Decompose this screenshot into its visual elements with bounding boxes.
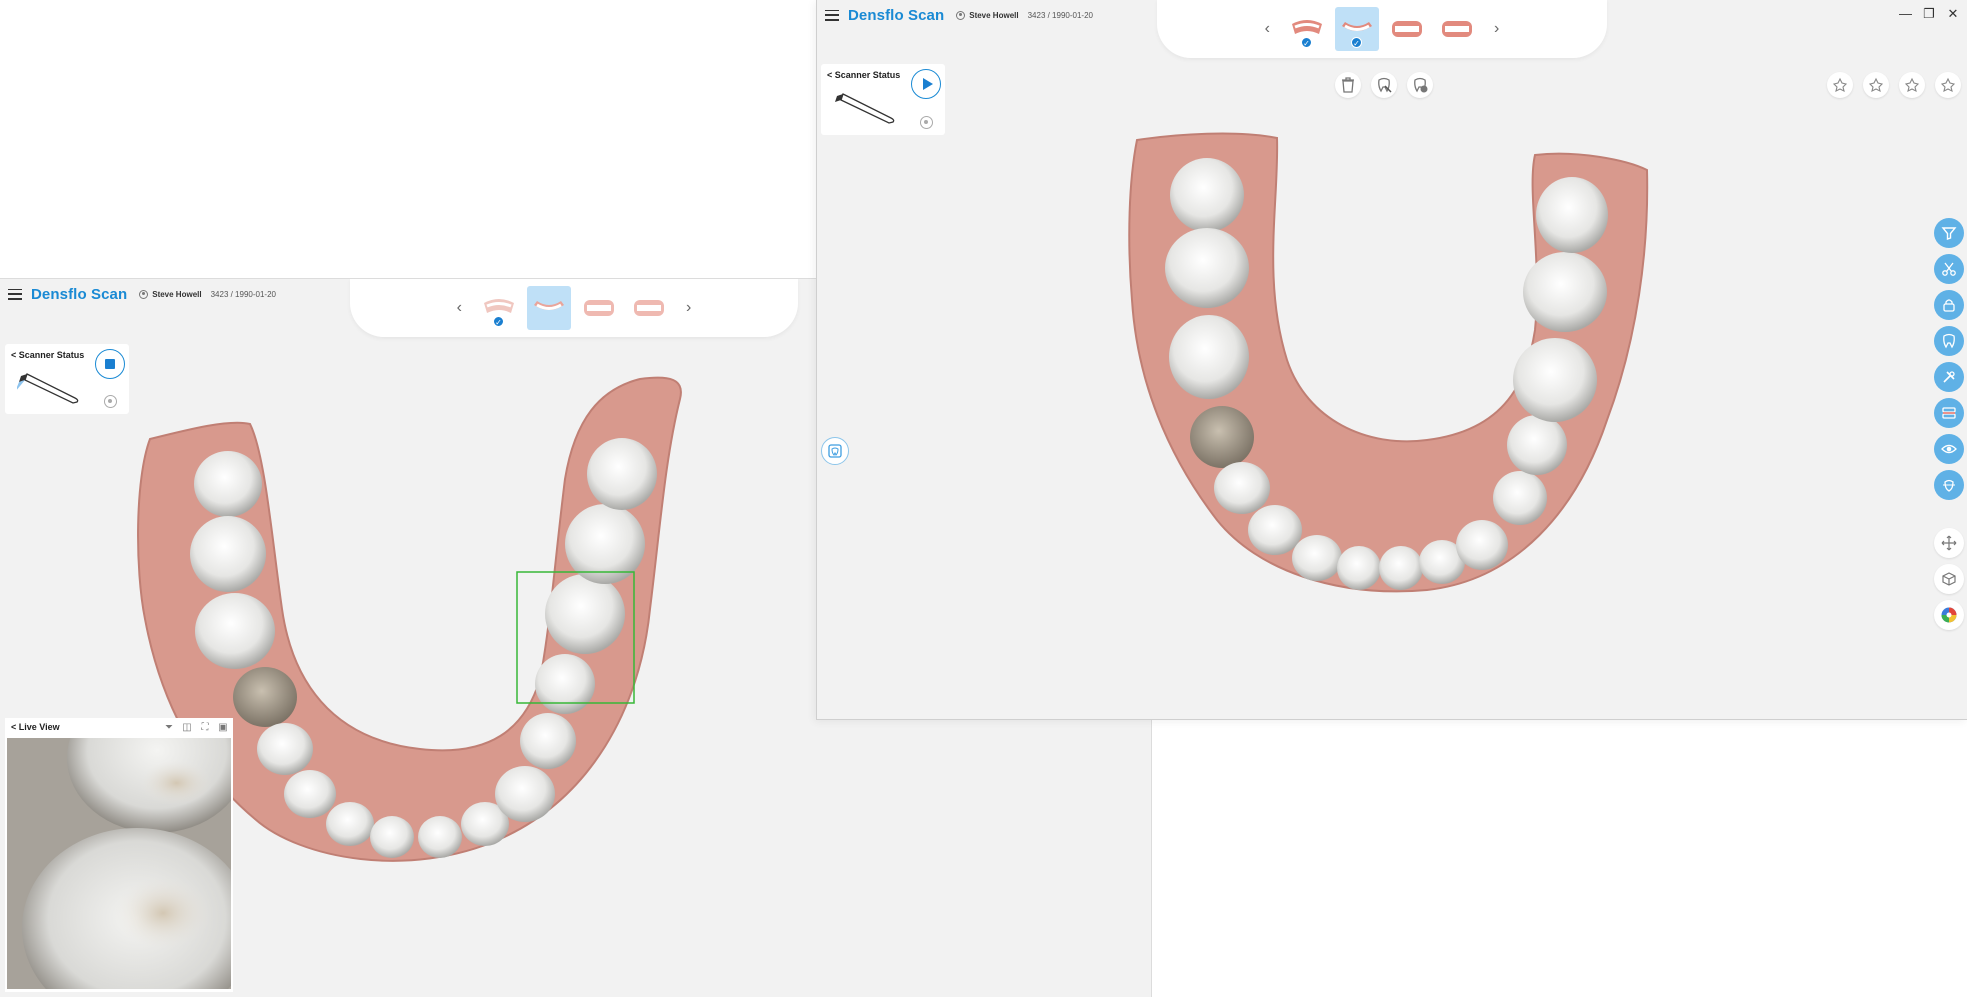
play-scan-button[interactable]	[911, 69, 941, 99]
app-brand: Densflo Scan	[848, 6, 945, 24]
bite-right-icon	[634, 300, 664, 316]
view-preset-1-icon[interactable]	[1827, 72, 1853, 98]
bite-right-icon	[1442, 21, 1472, 37]
wrench-icon[interactable]	[1934, 362, 1964, 392]
filter-icon[interactable]	[1934, 218, 1964, 248]
tooth-check-icon[interactable]	[1407, 72, 1433, 98]
scanner-wand-icon	[835, 93, 895, 124]
stop-icon	[105, 359, 115, 369]
lower-jaw-model-view[interactable]	[817, 0, 1967, 720]
user-icon	[956, 10, 966, 20]
chevron-right-icon[interactable]: ›	[674, 299, 703, 317]
tooth-remove-icon[interactable]	[1371, 72, 1397, 98]
minimize-icon[interactable]: —	[1899, 6, 1912, 22]
restore-icon[interactable]: ❐	[1923, 6, 1935, 22]
tooth-icon[interactable]	[1934, 326, 1964, 356]
eye-icon[interactable]	[1934, 434, 1964, 464]
gear-icon[interactable]	[104, 395, 117, 408]
bite-left-icon	[1392, 21, 1422, 37]
live-view-panel: < Live View ⏷ ◫ ⛶ ▣	[5, 718, 233, 992]
user-icon	[139, 289, 149, 299]
step-lower-jaw[interactable]: ✓	[1335, 7, 1379, 51]
fullscreen-icon[interactable]: ⛶	[199, 722, 211, 733]
view-preset-4-icon[interactable]	[1935, 72, 1961, 98]
chevron-left-icon[interactable]: ‹	[445, 299, 474, 317]
step-bite-right[interactable]	[1435, 7, 1479, 51]
hamburger-icon[interactable]	[825, 9, 839, 21]
scanner-status-panel: < Scanner Status	[821, 64, 945, 135]
side-toolbar	[1934, 218, 1964, 630]
front-scan-window: Densflo Scan Steve Howell 3423 / 1990-01…	[816, 0, 1967, 720]
step-tray: ‹ ✓ ›	[350, 279, 798, 337]
scanner-status-title[interactable]: < Scanner Status	[827, 70, 900, 80]
app-brand: Densflo Scan	[31, 285, 128, 303]
chevron-left-icon[interactable]: ‹	[1253, 20, 1282, 38]
close-icon[interactable]: ✕	[1947, 6, 1959, 22]
filter-icon[interactable]: ⏷	[163, 722, 175, 733]
lower-jaw-icon	[534, 301, 564, 310]
trash-icon[interactable]	[1335, 72, 1361, 98]
step-tray: ‹ ✓ ✓ ›	[1157, 0, 1607, 58]
stop-scan-button[interactable]	[95, 349, 125, 379]
edit-toolbar	[1335, 72, 1433, 98]
move-icon[interactable]	[1934, 528, 1964, 558]
live-camera-image	[7, 738, 231, 989]
check-icon: ✓	[1301, 37, 1312, 48]
hamburger-icon[interactable]	[8, 288, 22, 300]
view-presets-toolbar	[1827, 72, 1961, 98]
snapshot-icon[interactable]: ▣	[217, 722, 229, 733]
live-view-title[interactable]: < Live View	[11, 722, 60, 732]
view-preset-3-icon[interactable]	[1899, 72, 1925, 98]
step-bite-left[interactable]	[577, 286, 621, 330]
check-icon: ✓	[493, 316, 504, 327]
scanner-status-panel: < Scanner Status	[5, 344, 129, 414]
scanner-status-title[interactable]: < Scanner Status	[11, 350, 84, 360]
back-app-bar: Densflo Scan Steve Howell 3423 / 1990-01…	[0, 279, 276, 309]
cube-icon[interactable]	[1934, 564, 1964, 594]
report-icon[interactable]	[821, 437, 849, 465]
patient-info: 3423 / 1990-01-20	[210, 289, 276, 299]
patient-name: Steve Howell	[152, 289, 202, 299]
play-icon	[922, 78, 933, 90]
bite-left-icon	[584, 300, 614, 316]
mirror-icon[interactable]: ◫	[181, 722, 193, 733]
step-bite-right[interactable]	[627, 286, 671, 330]
step-upper-jaw[interactable]: ✓	[1285, 7, 1329, 51]
lock-icon[interactable]	[1934, 290, 1964, 320]
check-icon: ✓	[1351, 37, 1362, 48]
scanner-wand-icon	[17, 373, 79, 404]
chevron-right-icon[interactable]: ›	[1482, 20, 1511, 38]
front-app-bar: Densflo Scan Steve Howell 3423 / 1990-01…	[817, 0, 1093, 30]
view-preset-2-icon[interactable]	[1863, 72, 1889, 98]
bite-icon[interactable]	[1934, 470, 1964, 500]
margin-icon[interactable]	[1934, 398, 1964, 428]
step-bite-left[interactable]	[1385, 7, 1429, 51]
patient-info: 3423 / 1990-01-20	[1027, 10, 1093, 20]
gear-icon[interactable]	[920, 116, 933, 129]
window-controls: — ❐ ✕	[1899, 6, 1959, 22]
patient-name: Steve Howell	[969, 10, 1019, 20]
live-view-toolbar: ⏷ ◫ ⛶ ▣	[163, 722, 229, 733]
scissors-icon[interactable]	[1934, 254, 1964, 284]
step-upper-jaw[interactable]: ✓	[477, 286, 521, 330]
step-lower-jaw[interactable]	[527, 286, 571, 330]
palette-icon[interactable]	[1934, 600, 1964, 630]
